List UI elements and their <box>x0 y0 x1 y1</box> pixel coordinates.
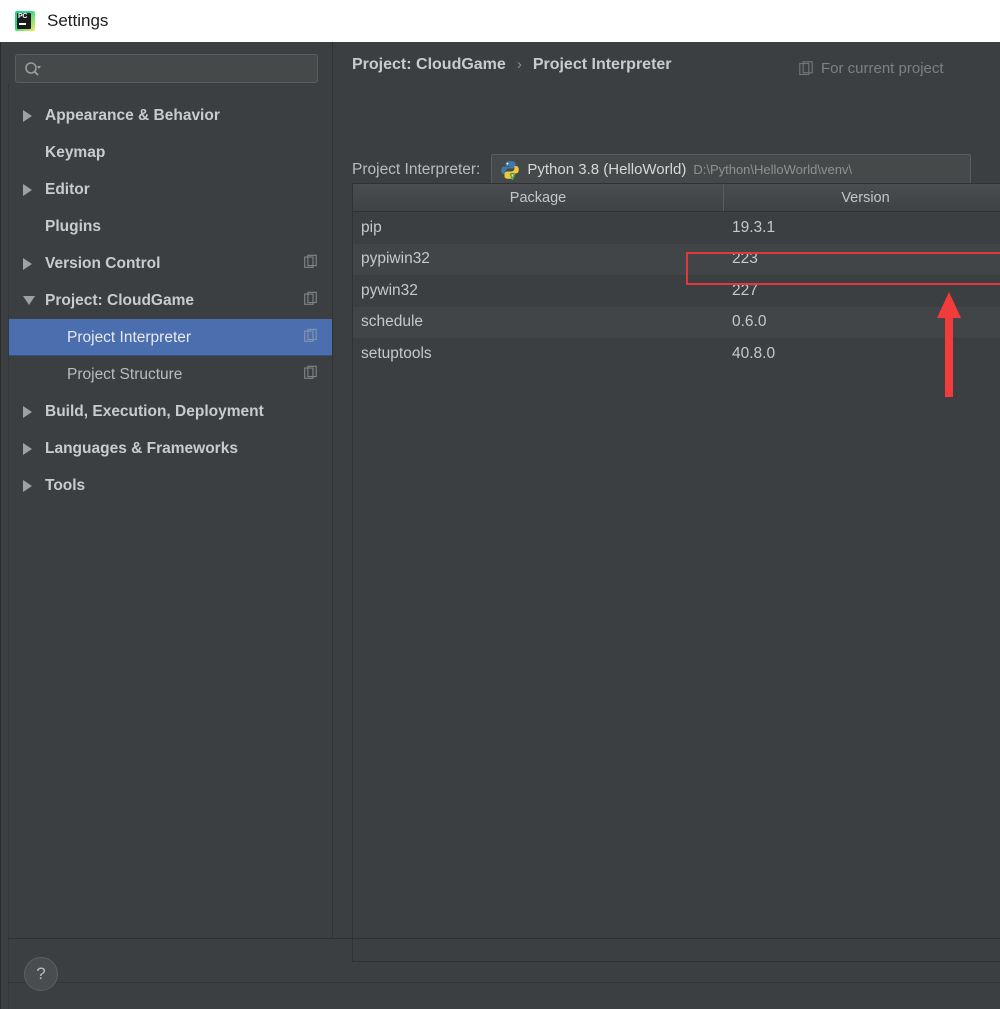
copy-icon <box>304 291 318 310</box>
copy-icon <box>799 61 813 76</box>
search-input[interactable] <box>47 61 287 76</box>
sidebar-item-keymap[interactable]: Keymap <box>9 134 332 171</box>
cell-version: 19.3.1 <box>732 218 776 236</box>
settings-tree: Appearance & Behavior Keymap Editor Plugins… <box>9 97 332 504</box>
footer-divider-bottom <box>9 982 1000 983</box>
cell-package: pywin32 <box>361 281 418 299</box>
main-panel: Project: CloudGame › Project Interpreter… <box>334 42 1000 962</box>
sidebar-item-project-interpreter[interactable]: Project Interpreter <box>9 319 332 356</box>
sidebar-item-label: Project: CloudGame <box>45 291 194 309</box>
column-header-package[interactable]: Package <box>353 184 724 211</box>
search-icon <box>25 61 41 76</box>
title-bar: PC Settings <box>0 0 1000 42</box>
breadcrumb-root[interactable]: Project: CloudGame <box>352 56 506 74</box>
sidebar-item-label: Languages & Frameworks <box>45 439 238 457</box>
sidebar-item-label: Project Structure <box>67 365 183 383</box>
column-header-version[interactable]: Version <box>724 184 1000 211</box>
window-body: Appearance & Behavior Keymap Editor Plugins… <box>0 42 1000 1009</box>
settings-window: PC Settings Appearance & Behavior Keymap E… <box>0 0 1000 1009</box>
copy-icon <box>304 328 318 347</box>
chevron-right-icon <box>23 109 45 122</box>
sidebar-item-label: Editor <box>45 180 90 198</box>
table-row[interactable]: pypiwin32 223 <box>353 243 1000 275</box>
sidebar-item-plugins[interactable]: Plugins <box>9 208 332 245</box>
search-box[interactable] <box>15 54 318 83</box>
footer-divider-top <box>9 938 1000 939</box>
table-row[interactable]: schedule 0.6.0 <box>353 306 1000 338</box>
copy-icon <box>304 254 318 273</box>
table-row[interactable]: pip 19.3.1 <box>353 212 1000 244</box>
sidebar-item-build-execution-deployment[interactable]: Build, Execution, Deployment <box>9 393 332 430</box>
sidebar-item-label: Build, Execution, Deployment <box>45 402 264 420</box>
sidebar-item-label: Version Control <box>45 254 161 272</box>
window-title: Settings <box>47 11 109 30</box>
chevron-down-icon <box>23 296 45 305</box>
sidebar-item-label: Keymap <box>45 143 106 161</box>
window-left-edge <box>1 84 9 1009</box>
breadcrumb: Project: CloudGame › Project Interpreter <box>352 56 672 74</box>
cell-version: 40.8.0 <box>732 344 776 362</box>
breadcrumb-separator: › <box>516 56 522 73</box>
packages-table: Package Version pip 19.3.1 pypiwin32 223 pyw… <box>352 183 1000 962</box>
sidebar-item-label: Appearance & Behavior <box>45 106 220 124</box>
cell-package: pip <box>361 218 382 236</box>
python-venv-icon <box>501 160 520 180</box>
copy-icon <box>304 365 318 384</box>
cell-version: 227 <box>732 281 758 299</box>
sidebar-item-label: Project Interpreter <box>67 328 192 346</box>
sidebar-item-project-cloudgame[interactable]: Project: CloudGame <box>9 282 332 319</box>
interpreter-name: Python 3.8 (HelloWorld) <box>527 161 687 178</box>
sidebar-item-tools[interactable]: Tools <box>9 467 332 504</box>
cell-package: schedule <box>361 313 424 331</box>
for-current-project-label: For current project <box>821 60 944 77</box>
pycharm-icon: PC <box>15 11 35 31</box>
table-row[interactable]: setuptools 40.8.0 <box>353 338 1000 370</box>
for-current-project[interactable]: For current project <box>799 60 944 77</box>
table-row[interactable]: pywin32 227 <box>353 275 1000 307</box>
help-button[interactable]: ? <box>24 957 58 991</box>
sidebar-item-label: Plugins <box>45 217 101 235</box>
interpreter-path: D:\Python\HelloWorld\venv\ <box>693 162 853 177</box>
cell-version: 223 <box>732 250 758 268</box>
chevron-right-icon <box>23 442 45 455</box>
interpreter-row: Project Interpreter: Python 3.8 (HelloWo… <box>352 154 972 185</box>
breadcrumb-leaf: Project Interpreter <box>532 56 672 73</box>
chevron-right-icon <box>23 479 45 492</box>
interpreter-label: Project Interpreter: <box>352 160 481 178</box>
settings-sidebar: Appearance & Behavior Keymap Editor Plugins… <box>9 42 333 938</box>
packages-table-body: pip 19.3.1 pypiwin32 223 pywin32 227 schedule 0… <box>353 212 1000 370</box>
chevron-right-icon <box>23 183 45 196</box>
chevron-right-icon <box>23 257 45 270</box>
sidebar-item-label: Tools <box>45 476 86 494</box>
cell-package: setuptools <box>361 344 432 362</box>
interpreter-combobox[interactable]: Python 3.8 (HelloWorld) D:\Python\HelloW… <box>491 154 972 185</box>
sidebar-item-version-control[interactable]: Version Control <box>9 245 332 282</box>
cell-version: 0.6.0 <box>732 313 767 331</box>
sidebar-item-editor[interactable]: Editor <box>9 171 332 208</box>
sidebar-item-project-structure[interactable]: Project Structure <box>9 356 332 393</box>
packages-table-header: Package Version <box>353 184 1000 212</box>
chevron-right-icon <box>23 405 45 418</box>
sidebar-item-appearance-behavior[interactable]: Appearance & Behavior <box>9 97 332 134</box>
sidebar-item-languages-frameworks[interactable]: Languages & Frameworks <box>9 430 332 467</box>
search-area <box>9 42 332 83</box>
cell-package: pypiwin32 <box>361 250 430 268</box>
